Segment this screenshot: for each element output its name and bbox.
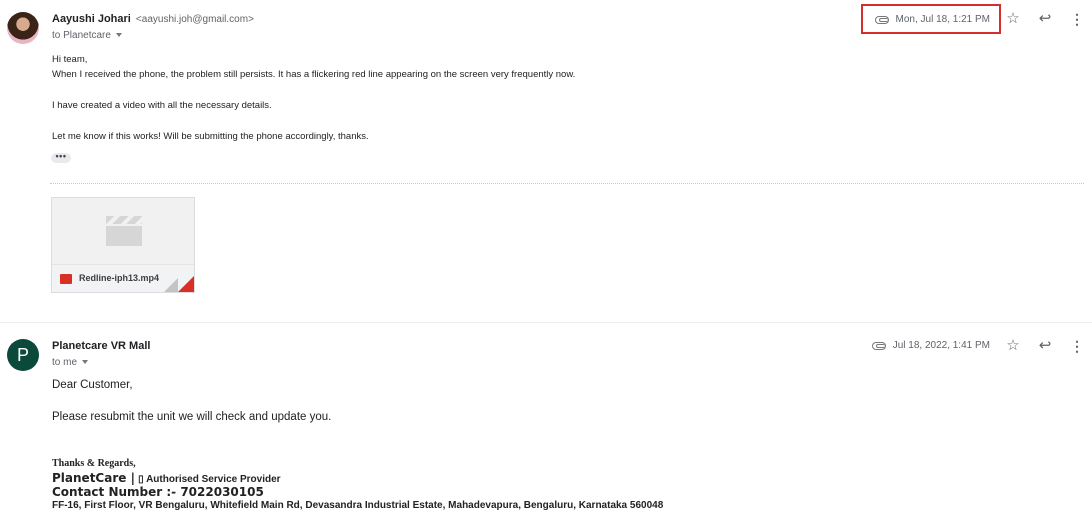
show-trimmed-content-button[interactable]: ••• [51,152,71,163]
sender-name[interactable]: Aayushi Johari [52,13,131,25]
body-line: When I received the phone, the problem s… [52,69,576,80]
body-line: I have created a video with all the nece… [52,100,272,111]
attachment-file-name: Redline-iph13.mp4 [79,273,160,283]
paperclip-icon [871,341,886,350]
signature-brand-line: PlanetCare | ▯ Authorised Service Provid… [52,471,281,485]
corner-fold [164,278,178,292]
sender-line: Aayushi Johari <aayushi.joh@gmail.com> [52,13,254,25]
chevron-down-icon [115,33,122,38]
date-text: Jul 18, 2022, 1:41 PM [892,340,990,351]
recipient-label: to me [52,357,78,368]
sender-email: <aayushi.joh@gmail.com> [135,14,254,25]
sender-name[interactable]: Planetcare VR Mall [52,340,150,352]
sender-avatar[interactable] [7,12,39,44]
highlight-box [861,4,1001,34]
body-line: Let me know if this works! Will be submi… [52,131,369,142]
attachment-card[interactable]: Redline-iph13.mp4 [51,197,195,293]
greeting-text: Dear Customer, [52,379,133,391]
star-icon[interactable]: ☆ [1004,338,1022,354]
email-message-2: P Planetcare VR Mall to me Jul 18, 2022,… [0,322,1092,515]
signature-brand-subtitle: ▯ Authorised Service Provider [138,474,281,485]
body-text: Please resubmit the unit we will check a… [52,411,332,423]
chevron-down-icon [82,360,89,365]
signature-regards: Thanks & Regards, [52,458,136,469]
recipient-details-toggle[interactable]: to Planetcare [52,30,122,41]
more-options-icon[interactable]: ⋮ [1068,11,1086,27]
reply-icon[interactable]: ↩ [1036,11,1054,27]
signature-brand: PlanetCare | [52,471,135,485]
email-message-1: Aayushi Johari <aayushi.joh@gmail.com> t… [0,0,1092,322]
film-icon [60,274,72,284]
file-type-corner [178,276,194,292]
recipient-label: to Planetcare [52,30,111,41]
message-date: Jul 18, 2022, 1:41 PM [871,340,990,351]
sender-line: Planetcare VR Mall [52,340,150,352]
attachment-thumbnail [52,198,194,264]
sender-avatar[interactable]: P [7,339,39,371]
recipient-details-toggle[interactable]: to me [52,357,89,368]
signature-address: FF-16, First Floor, VR Bengaluru, Whitef… [52,500,664,511]
star-icon[interactable]: ☆ [1004,11,1022,27]
more-options-icon[interactable]: ⋮ [1068,338,1086,354]
signature-contact: Contact Number :- 7022030105 [52,485,264,499]
video-clapper-icon [106,216,142,246]
attachments-divider [50,183,1084,184]
reply-icon[interactable]: ↩ [1036,338,1054,354]
body-line: Hi team, [52,54,88,65]
